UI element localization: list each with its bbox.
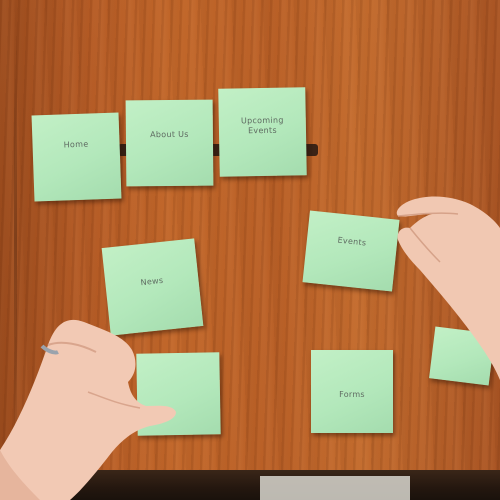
sticky-note-blank [136,352,221,436]
sticky-note-forms: Forms [311,350,393,433]
note-label [441,349,485,354]
note-label: Home [63,139,89,150]
sticky-note-partial [429,326,495,386]
sticky-note-upcoming-events: Upcoming Events [218,87,307,177]
sticky-note-about-us: About Us [125,99,214,187]
note-label: Forms [339,390,365,399]
wooden-table [0,0,500,478]
floor-strip [0,470,500,500]
table-seam [14,0,17,478]
floor-light-patch [260,476,410,500]
note-label: Upcoming Events [240,115,284,136]
note-label: News [140,275,164,288]
note-label [145,384,212,385]
note-label: About Us [150,129,189,140]
note-label: Events [337,235,367,248]
sticky-note-events: Events [302,210,400,292]
sticky-note-home: Home [31,112,122,202]
photo-scene: Home About Us Upcoming Events News Event… [0,0,500,500]
sticky-note-news: News [101,238,204,336]
